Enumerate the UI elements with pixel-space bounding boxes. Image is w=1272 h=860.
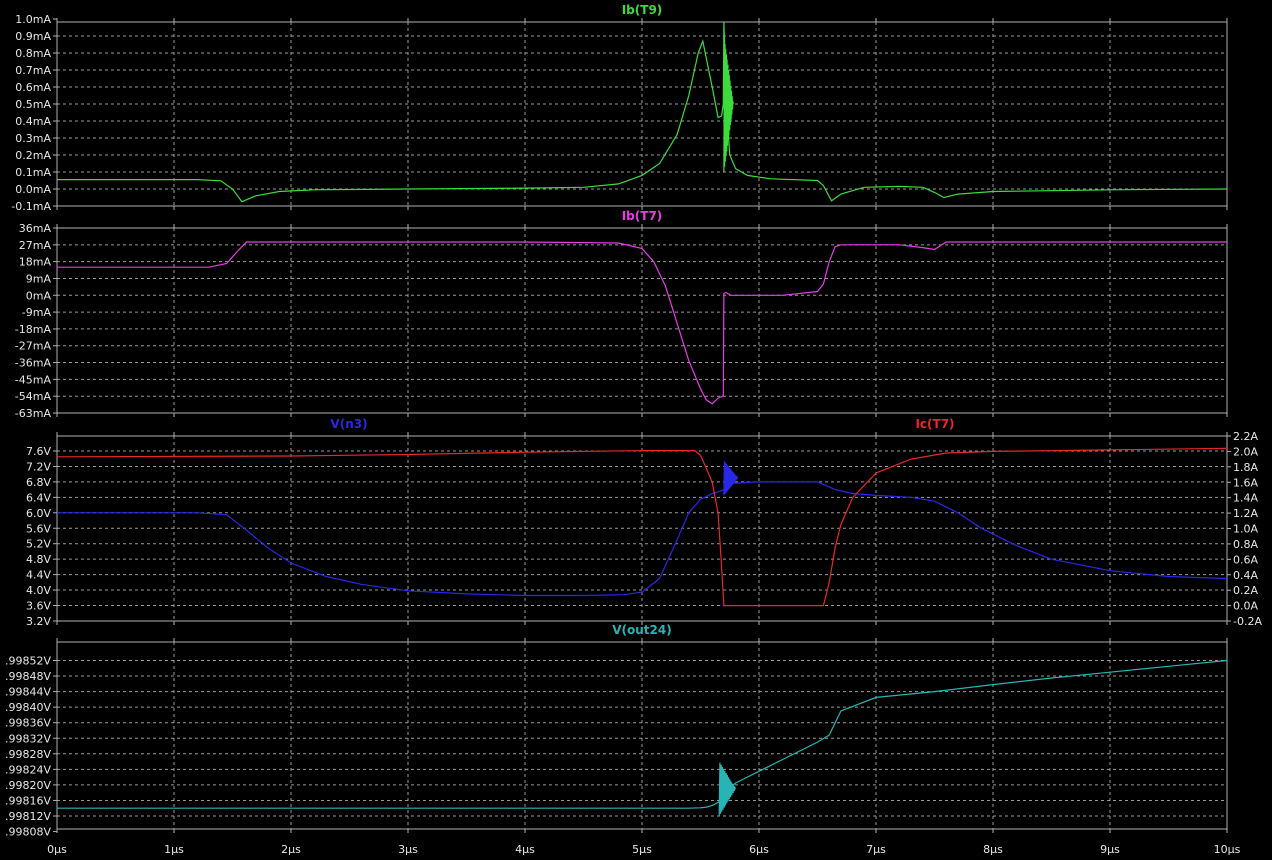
y-tick-label: 36mA — [19, 222, 52, 235]
y-right-tick-label: 2.0A — [1233, 445, 1258, 458]
y-right-tick-label: 0.8A — [1233, 538, 1258, 551]
y-tick-label: 7.6V — [26, 445, 51, 458]
y-tick-label: 6.4V — [26, 491, 51, 504]
y-tick-label: 27mA — [19, 239, 52, 252]
y-tick-label: 0.6mA — [15, 81, 51, 94]
y-tick-label: .99852V — [5, 655, 51, 668]
y-tick-label: 0.1mA — [15, 166, 51, 179]
x-tick-label: 5µs — [632, 843, 652, 856]
y-tick-label: .99832V — [5, 732, 51, 745]
series-title: V(out24) — [612, 623, 671, 637]
y-tick-label: -54mA — [15, 390, 52, 403]
y-tick-label: 4.4V — [26, 569, 51, 582]
y-tick-label: 0.5mA — [15, 98, 51, 111]
x-tick-label: 6µs — [749, 843, 769, 856]
x-tick-label: 10µs — [1214, 843, 1241, 856]
y-tick-label: 0.0mA — [15, 183, 51, 196]
x-tick-label: 7µs — [866, 843, 886, 856]
y-tick-label: 3.2V — [26, 615, 51, 628]
background — [0, 0, 1272, 860]
y-tick-label: 0.3mA — [15, 132, 51, 145]
y-right-tick-label: 0.2A — [1233, 584, 1258, 597]
y-tick-label: -36mA — [15, 357, 52, 370]
y-tick-label: .99844V — [5, 686, 51, 699]
x-tick-label: 3µs — [398, 843, 418, 856]
y-right-tick-label: 0.4A — [1233, 569, 1258, 582]
y-tick-label: .99828V — [5, 748, 51, 761]
y-right-tick-label: 0.6A — [1233, 553, 1258, 566]
y-right-tick-label: -0.2A — [1233, 615, 1262, 628]
y-right-tick-label: 1.2A — [1233, 507, 1258, 520]
y-tick-label: 6.0V — [26, 507, 51, 520]
y-tick-label: .99836V — [5, 717, 51, 730]
series-title: Ic(T7) — [915, 417, 954, 431]
y-tick-label: 0.2mA — [15, 149, 51, 162]
y-tick-label: .99840V — [5, 701, 51, 714]
x-tick-label: 9µs — [1100, 843, 1120, 856]
x-tick-label: 8µs — [983, 843, 1003, 856]
y-tick-label: 4.0V — [26, 584, 51, 597]
y-tick-label: 7.2V — [26, 460, 51, 473]
y-tick-label: .99808V — [5, 826, 51, 839]
y-right-tick-label: 1.4A — [1233, 492, 1258, 505]
y-tick-label: 1.0mA — [15, 13, 51, 26]
y-tick-label: 0mA — [26, 289, 52, 302]
y-tick-label: 0.8mA — [15, 47, 51, 60]
x-tick-label: 0µs — [47, 843, 67, 856]
x-tick-label: 4µs — [515, 843, 535, 856]
y-tick-label: 9mA — [26, 272, 52, 285]
y-tick-label: 18mA — [19, 256, 52, 269]
y-right-tick-label: 1.8A — [1233, 461, 1258, 474]
series-title: V(n3) — [330, 417, 367, 431]
y-tick-label: -9mA — [22, 306, 52, 319]
y-right-tick-label: 0.0A — [1233, 600, 1258, 613]
y-tick-label: 4.8V — [26, 553, 51, 566]
x-tick-label: 1µs — [164, 843, 184, 856]
y-tick-label: 0.7mA — [15, 64, 51, 77]
waveform-viewer: 1.0mA 0.9mA 0.8mA 0.7mA 0.6mA 0.5mA 0.4mA 0.3mA… — [0, 0, 1272, 860]
series-title: Ib(T7) — [622, 209, 663, 223]
y-tick-label: .99824V — [5, 763, 51, 776]
y-tick-label: 3.6V — [26, 600, 51, 613]
y-tick-label: -45mA — [15, 373, 52, 386]
x-tick-label: 2µs — [281, 843, 301, 856]
y-tick-label: .99820V — [5, 779, 51, 792]
y-right-tick-label: 1.0A — [1233, 523, 1258, 536]
y-tick-label: -27mA — [15, 340, 52, 353]
series-title: Ib(T9) — [622, 3, 663, 17]
y-tick-label: 0.9mA — [15, 30, 51, 43]
y-tick-label: .99848V — [5, 670, 51, 683]
y-tick-label: -63mA — [15, 407, 52, 420]
y-tick-label: .99812V — [5, 810, 51, 823]
y-tick-label: 6.8V — [26, 476, 51, 489]
y-right-tick-label: 2.2A — [1233, 430, 1258, 443]
y-tick-label: 5.6V — [26, 522, 51, 535]
y-tick-label: -0.1mA — [11, 200, 51, 213]
y-tick-label: .99816V — [5, 794, 51, 807]
y-tick-label: 0.4mA — [15, 115, 51, 128]
y-right-tick-label: 1.6A — [1233, 476, 1258, 489]
y-tick-label: 5.2V — [26, 538, 51, 551]
y-tick-label: -18mA — [15, 323, 52, 336]
